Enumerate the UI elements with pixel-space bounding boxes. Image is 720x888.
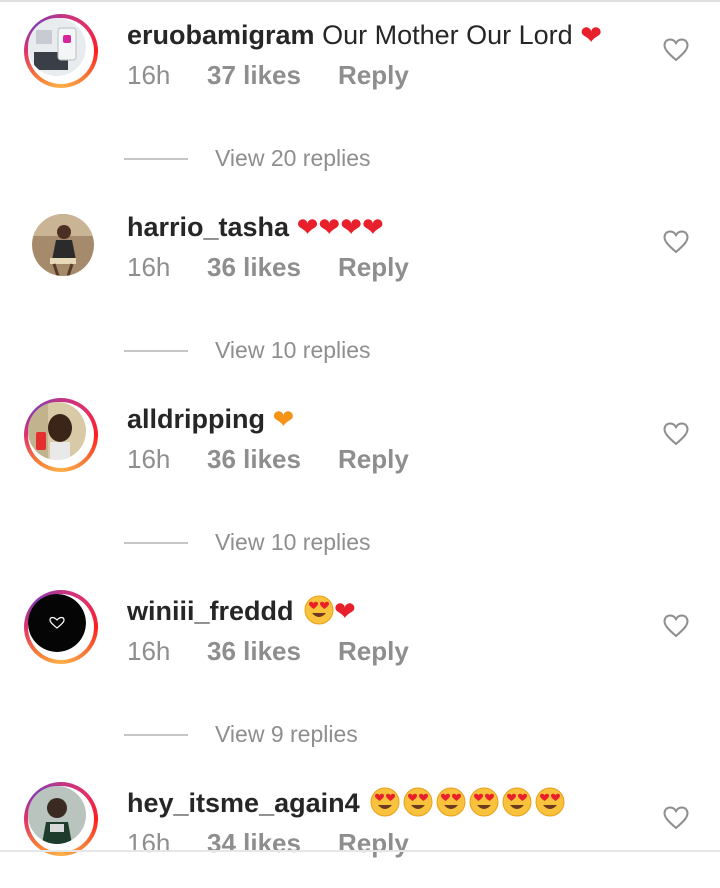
reply-button[interactable]: Reply — [338, 636, 409, 667]
timestamp: 16h — [127, 444, 171, 474]
view-replies-row[interactable]: View 10 replies — [0, 337, 720, 367]
comment-body: alldripping ❤ — [127, 402, 294, 437]
avatar-image — [28, 402, 86, 460]
avatar[interactable] — [24, 398, 98, 472]
reply-button[interactable]: Reply — [338, 60, 409, 91]
red-heart-icon: ❤ — [334, 597, 356, 627]
view-replies-button[interactable]: View 9 replies — [215, 721, 358, 748]
likes-count[interactable]: 36 likes — [207, 444, 301, 475]
heart-eyes-face-icon — [370, 787, 400, 817]
view-replies-button[interactable]: View 20 replies — [215, 145, 371, 172]
comment-item: winiii_freddd ❤ 16h 36 likes Reply — [0, 576, 720, 696]
red-heart-icon: ❤ — [296, 213, 319, 243]
comment-item: hey_itsme_again4 16h 34 likes Reply — [0, 768, 720, 888]
heart-eyes-face-icon — [403, 787, 433, 817]
timestamp: 16h — [127, 828, 171, 858]
likes-count[interactable]: 37 likes — [207, 60, 301, 91]
username[interactable]: eruobamigram — [127, 20, 315, 50]
comment-body: winiii_freddd ❤ — [127, 594, 356, 629]
comment-item: eruobamigram Our Mother Our Lord ❤ 16h 3… — [0, 0, 720, 120]
avatar-image — [28, 786, 86, 844]
username[interactable]: hey_itsme_again4 — [127, 788, 360, 818]
replies-dash — [124, 542, 188, 544]
avatar[interactable] — [24, 14, 98, 88]
view-replies-button[interactable]: View 10 replies — [215, 529, 371, 556]
replies-dash — [124, 158, 188, 160]
heart-outline-icon[interactable] — [663, 422, 689, 446]
avatar[interactable] — [24, 590, 98, 664]
heart-eyes-face-icon — [436, 787, 466, 817]
view-replies-row[interactable]: View 20 replies — [0, 145, 720, 175]
red-heart-icon: ❤ — [361, 213, 384, 243]
reply-button[interactable]: Reply — [338, 252, 409, 283]
heart-eyes-face-icon — [502, 787, 532, 817]
likes-count[interactable]: 36 likes — [207, 636, 301, 667]
view-replies-button[interactable]: View 10 replies — [215, 337, 371, 364]
username[interactable]: harrio_tasha — [127, 212, 289, 242]
heart-outline-icon[interactable] — [663, 230, 689, 254]
comment-text: Our Mother Our Lord — [322, 20, 573, 50]
red-heart-icon: ❤ — [318, 213, 341, 243]
orange-heart-icon: ❤ — [272, 405, 295, 435]
reply-button[interactable]: Reply — [338, 444, 409, 475]
heart-eyes-face-icon — [535, 787, 565, 817]
heart-outline-icon[interactable] — [663, 38, 689, 62]
avatar[interactable] — [24, 782, 98, 856]
timestamp: 16h — [127, 636, 171, 666]
comment-body: harrio_tasha ❤❤❤❤ — [127, 210, 384, 245]
bottom-divider — [0, 850, 720, 852]
comment-item: alldripping ❤ 16h 36 likes Reply — [0, 384, 720, 504]
red-heart-icon: ❤ — [580, 21, 602, 51]
timestamp: 16h — [127, 60, 171, 90]
comment-item: harrio_tasha ❤❤❤❤ 16h 36 likes Reply — [0, 192, 720, 312]
timestamp: 16h — [127, 252, 171, 282]
replies-dash — [124, 734, 188, 736]
replies-dash — [124, 350, 188, 352]
avatar-image — [28, 594, 86, 652]
comment-body: hey_itsme_again4 — [127, 786, 565, 820]
heart-eyes-face-icon — [304, 595, 334, 625]
avatar-image — [32, 214, 94, 276]
avatar-image — [28, 18, 86, 76]
reply-button[interactable]: Reply — [338, 828, 409, 859]
username[interactable]: winiii_freddd — [127, 596, 294, 626]
likes-count[interactable]: 36 likes — [207, 252, 301, 283]
likes-count[interactable]: 34 likes — [207, 828, 301, 859]
heart-outline-icon[interactable] — [663, 614, 689, 638]
username[interactable]: alldripping — [127, 404, 265, 434]
comment-body: eruobamigram Our Mother Our Lord ❤ — [127, 18, 602, 53]
heart-outline-icon[interactable] — [663, 806, 689, 830]
avatar[interactable] — [24, 206, 98, 280]
view-replies-row[interactable]: View 10 replies — [0, 529, 720, 559]
heart-eyes-face-icon — [469, 787, 499, 817]
red-heart-icon: ❤ — [340, 213, 362, 243]
view-replies-row[interactable]: View 9 replies — [0, 721, 720, 751]
